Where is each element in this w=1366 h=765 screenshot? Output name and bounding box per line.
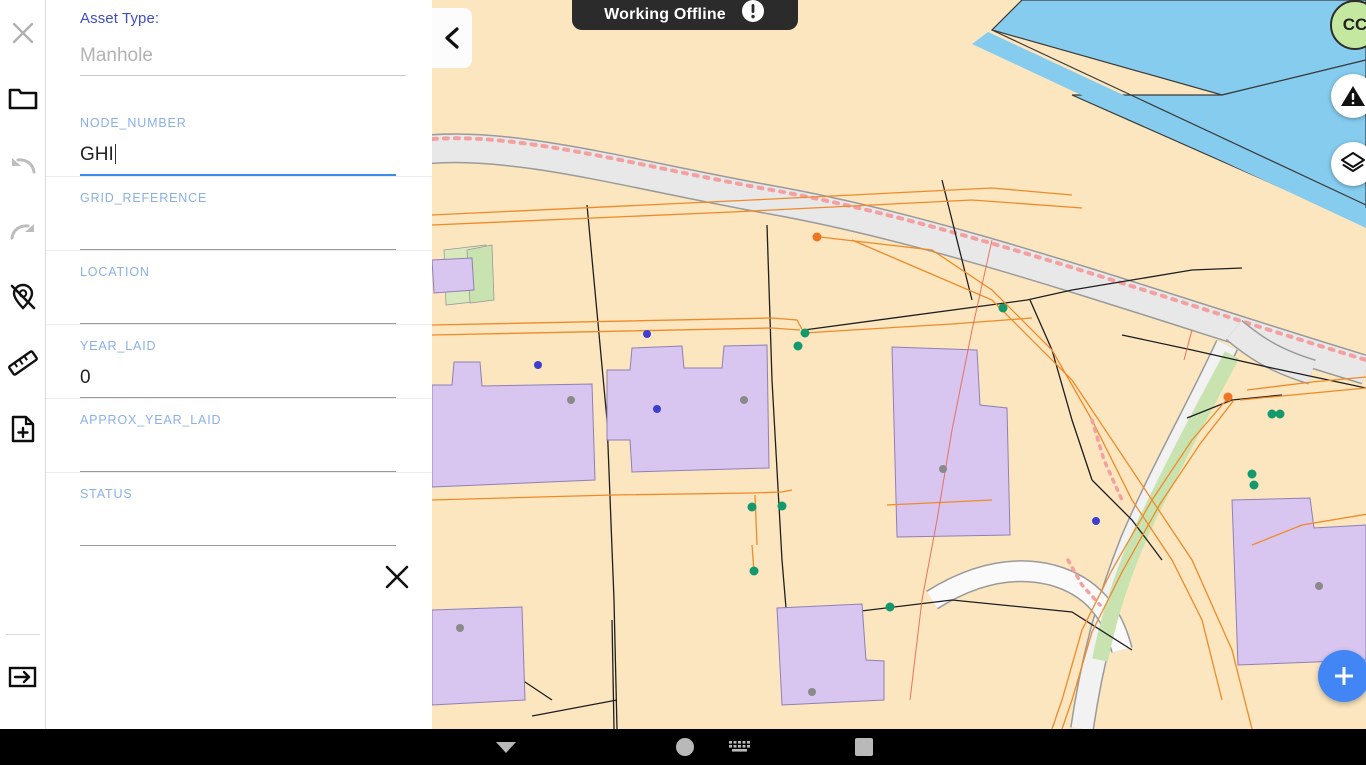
close-tool[interactable] (0, 0, 46, 66)
field-year-laid[interactable]: YEAR_LAID 0 (46, 324, 432, 398)
text-caret (114, 144, 116, 164)
redo-icon (10, 224, 34, 240)
field-label: STATUS (80, 487, 133, 501)
map-graphics (432, 0, 1366, 729)
field-label: LOCATION (80, 265, 150, 279)
field-grid-reference[interactable]: GRID_REFERENCE (46, 176, 432, 250)
form-close-button[interactable] (383, 563, 411, 591)
left-toolbar (0, 0, 46, 729)
location-off-tool[interactable] (0, 264, 46, 330)
asset-type-block: Asset Type: Manhole (46, 0, 432, 76)
offline-status-label: Working Offline (604, 6, 726, 23)
grid-reference-input[interactable] (80, 219, 396, 249)
map-canvas[interactable] (432, 0, 1366, 729)
asset-type-label: Asset Type: (80, 10, 160, 27)
nav-keyboard-button[interactable] (717, 729, 763, 765)
add-document-icon (11, 415, 34, 443)
asset-form-scroll[interactable]: Asset Type: Manhole NODE_NUMBER GHI GRID… (46, 0, 432, 729)
nav-back-button[interactable] (483, 729, 529, 765)
folder-icon (8, 88, 37, 110)
exit-tool[interactable] (0, 635, 46, 719)
chevron-left-icon (445, 27, 459, 49)
field-node-number[interactable]: NODE_NUMBER GHI (46, 102, 432, 176)
offline-status-banner: Working Offline (572, 0, 798, 30)
exclamation-circle-icon (741, 0, 764, 22)
year-laid-input[interactable]: 0 (80, 367, 396, 397)
status-input[interactable] (80, 515, 396, 545)
warning-triangle-icon (1341, 86, 1365, 106)
node-number-input[interactable]: GHI (80, 144, 396, 174)
add-document-tool[interactable] (0, 396, 46, 462)
field-label: GRID_REFERENCE (80, 191, 208, 205)
form-close-row (46, 546, 432, 626)
circle-icon (676, 738, 694, 756)
field-approx-year-laid[interactable]: APPROX_YEAR_LAID (46, 398, 432, 472)
field-label: APPROX_YEAR_LAID (80, 413, 222, 427)
keyboard-icon (729, 741, 750, 752)
triangle-down-icon (496, 742, 516, 753)
plus-icon (1335, 667, 1353, 685)
ruler-icon (7, 350, 38, 376)
app-root: Working Offline CC Asset Type: Manhole N… (0, 0, 1366, 765)
approx-year-laid-input[interactable] (80, 441, 396, 471)
location-input[interactable] (80, 293, 396, 323)
field-status[interactable]: STATUS (46, 472, 432, 546)
map-back-button[interactable] (432, 8, 472, 68)
layers-icon (1341, 152, 1365, 172)
measure-tool[interactable] (0, 330, 46, 396)
nav-home-button[interactable] (662, 729, 708, 765)
undo-icon (11, 158, 35, 174)
square-icon (855, 738, 873, 756)
redo-tool[interactable] (0, 198, 46, 264)
field-label: NODE_NUMBER (80, 116, 187, 130)
nav-recents-button[interactable] (841, 729, 887, 765)
close-icon (385, 565, 409, 589)
avatar-initials: CC (1342, 15, 1366, 34)
undo-tool[interactable] (0, 132, 46, 198)
asset-type-value[interactable]: Manhole (80, 45, 406, 76)
folder-tool[interactable] (0, 66, 46, 132)
field-location[interactable]: LOCATION (46, 250, 432, 324)
android-nav-bar (0, 729, 1366, 765)
close-icon (12, 22, 33, 44)
field-label: YEAR_LAID (80, 339, 157, 353)
exit-icon (8, 666, 36, 688)
asset-form-panel: Asset Type: Manhole NODE_NUMBER GHI GRID… (46, 0, 432, 729)
add-asset-fab[interactable] (1318, 650, 1366, 702)
location-off-icon (10, 283, 35, 310)
